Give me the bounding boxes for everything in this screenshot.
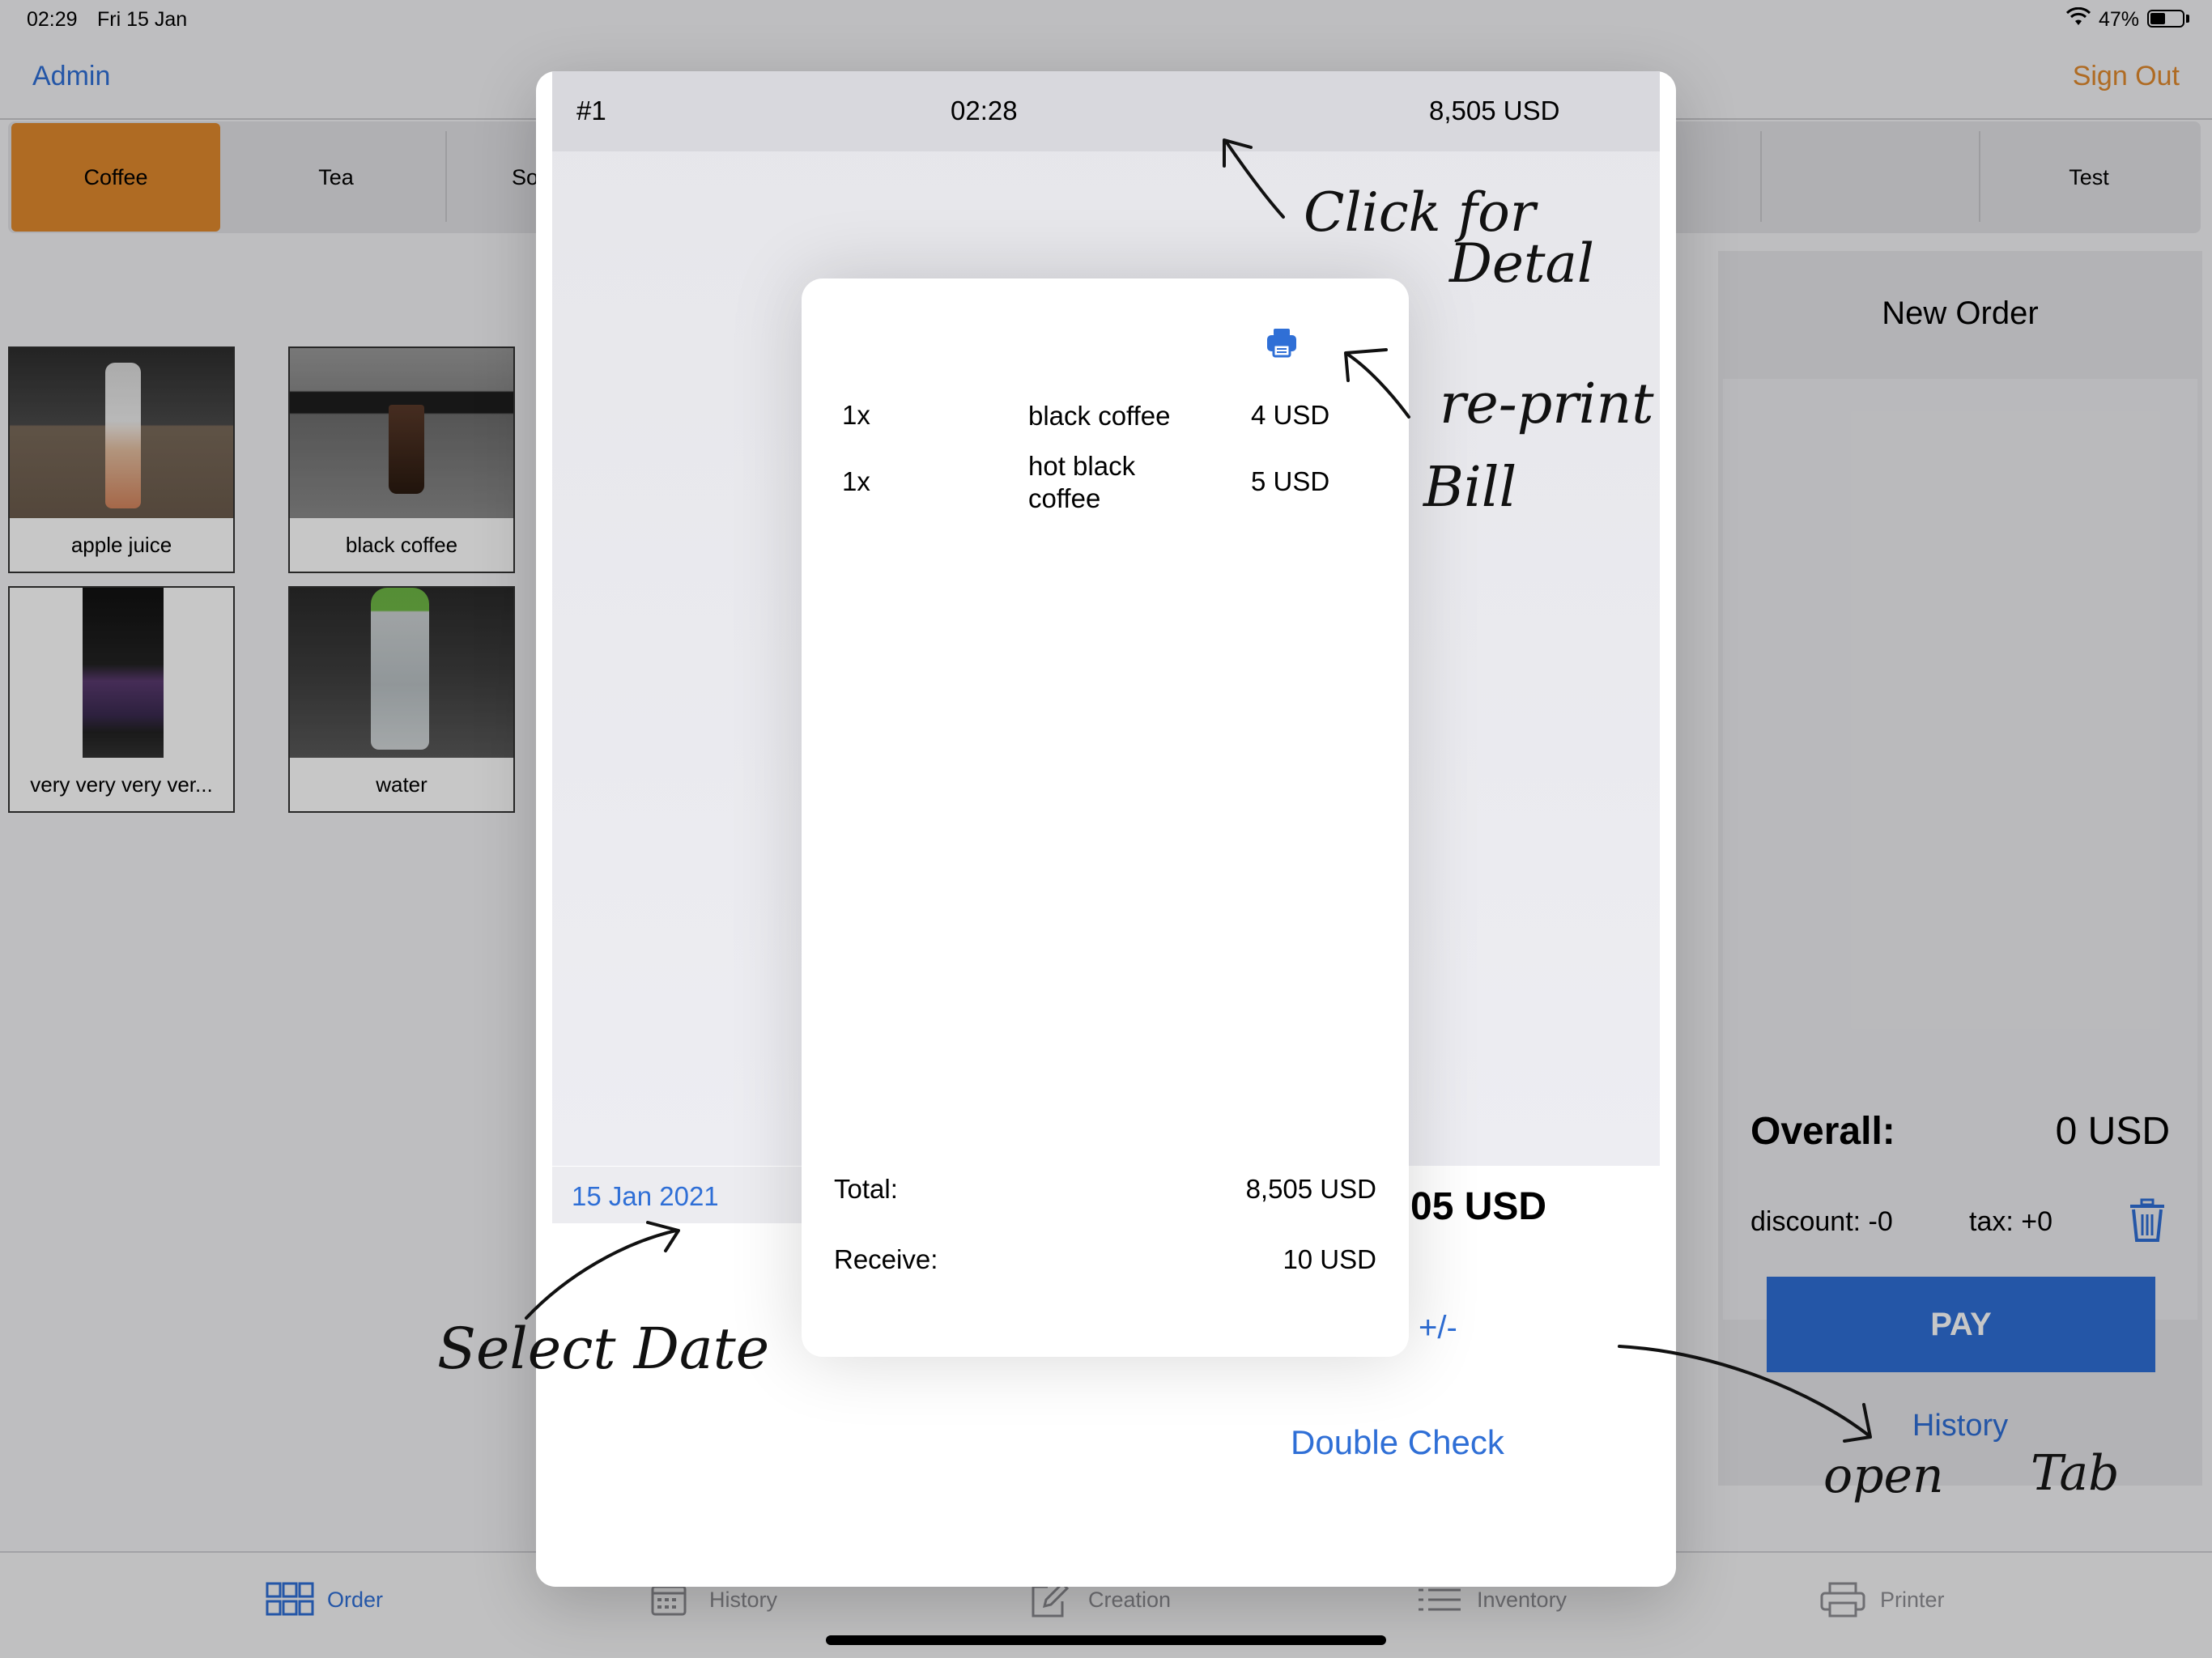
history-total: 05 USD xyxy=(1410,1185,1547,1228)
order-time: 02:28 xyxy=(951,96,1018,125)
printer-icon[interactable] xyxy=(1266,327,1298,359)
item-price: 5 USD xyxy=(1251,466,1330,496)
order-detail-popover: 1x black coffee 4 USD 1x hot black coffe… xyxy=(802,278,1409,1357)
order-number: #1 xyxy=(576,96,606,125)
item-qty: 1x xyxy=(842,466,870,496)
history-order-row[interactable]: #1 02:28 8,505 USD xyxy=(552,71,1660,151)
detail-line-item: 1x black coffee 4 USD xyxy=(842,400,1368,440)
double-check-button[interactable]: Double Check xyxy=(1291,1423,1504,1462)
receive-value: 10 USD xyxy=(1283,1244,1376,1274)
item-price: 4 USD xyxy=(1251,400,1330,430)
total-value: 8,505 USD xyxy=(1245,1174,1376,1204)
adjust-button[interactable]: +/- xyxy=(1419,1310,1457,1346)
home-indicator xyxy=(826,1635,1386,1645)
total-label: Total: xyxy=(834,1174,898,1204)
order-amount: 8,505 USD xyxy=(1429,96,1560,125)
item-qty: 1x xyxy=(842,400,870,430)
item-name: black coffee xyxy=(1028,401,1171,431)
item-name: hot black coffee xyxy=(1028,451,1136,513)
detail-line-item: 1x hot black coffee 5 USD xyxy=(842,450,1368,520)
receive-label: Receive: xyxy=(834,1244,938,1274)
